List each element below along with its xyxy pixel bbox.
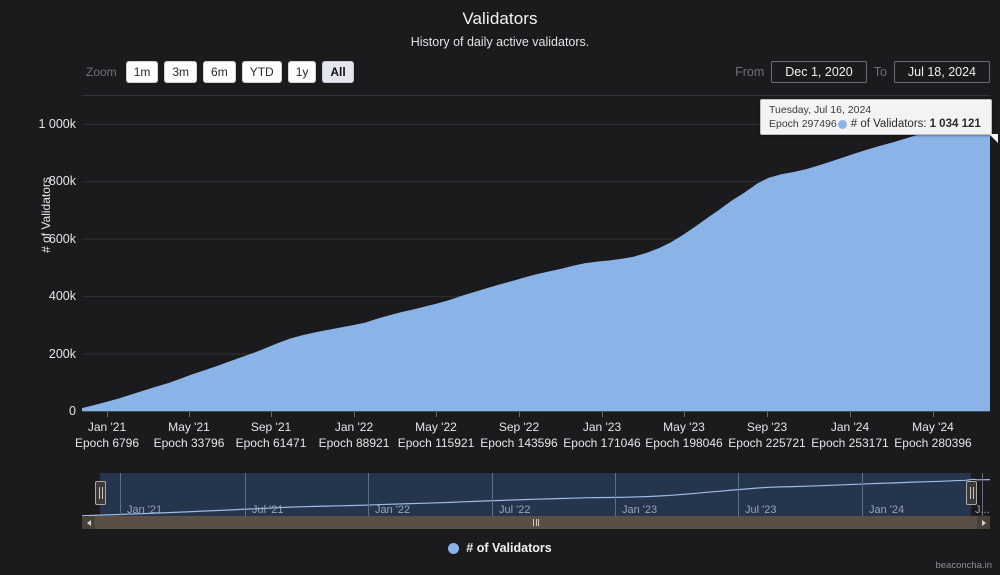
data-tooltip: Tuesday, Jul 16, 2024 Epoch 297496 # of …	[760, 99, 998, 143]
x-axis-month: Sep '22	[498, 420, 540, 434]
navigator-axis-label: Jul '21	[252, 504, 284, 516]
x-axis-tick-label: Jan '24 Epoch 253171	[811, 420, 888, 450]
x-axis-tick-icon	[850, 412, 851, 417]
x-axis-tick-label: Jan '23 Epoch 171046	[563, 420, 640, 450]
navigator-axis-label: Jul '22	[499, 504, 531, 516]
x-axis-tick-icon	[189, 412, 190, 417]
navigator-gridline	[862, 473, 863, 518]
legend-marker-icon	[448, 542, 460, 554]
x-axis-month: Jan '23	[582, 420, 622, 434]
x-axis-tick-icon	[519, 412, 520, 417]
validators-chart: Validators History of daily active valid…	[0, 0, 1000, 575]
credit-watermark: beaconcha.in	[935, 560, 992, 571]
x-axis-epoch: Epoch 115921	[397, 436, 475, 450]
tooltip-pointer-icon	[989, 134, 998, 143]
navigator-handle-right[interactable]	[966, 481, 977, 505]
x-axis-month: May '23	[663, 420, 705, 434]
chart-legend[interactable]: # of Validators	[0, 541, 1000, 555]
x-axis-month: May '21	[168, 420, 210, 434]
navigator[interactable]: Jan '21 Jul '21 Jan '22 Jul '22 Jan '23 Jul '…	[82, 473, 990, 518]
x-axis-tick-icon	[107, 412, 108, 417]
navigator-gridline	[368, 473, 369, 518]
x-axis-tick-label: Jan '22 Epoch 88921	[319, 420, 390, 450]
navigator-axis-label: Jan '23	[622, 504, 658, 516]
tooltip-date: Tuesday, Jul 16, 2024	[769, 104, 872, 116]
scrollbar-grip-icon	[533, 519, 539, 526]
tooltip-series-label: # of Validators:	[850, 118, 927, 130]
scrollbar-right-arrow-icon[interactable]	[977, 516, 990, 529]
navigator-axis-label: J...	[975, 504, 990, 516]
x-axis-month: Sep '23	[746, 420, 788, 434]
x-axis-tick-icon	[354, 412, 355, 417]
x-axis-epoch: Epoch 33796	[153, 436, 225, 450]
series-marker-icon	[837, 120, 847, 129]
x-axis-month: Jan '22	[334, 420, 374, 434]
x-axis-tick-label: May '21 Epoch 33796	[154, 420, 225, 450]
x-axis-tick-label: May '24 Epoch 280396	[894, 420, 971, 450]
navigator-gridline	[245, 473, 246, 518]
x-axis-tick-label: Sep '23 Epoch 225721	[728, 420, 805, 450]
x-axis-month: May '22	[415, 420, 457, 434]
x-axis-tick-label: Sep '21 Epoch 61471	[236, 420, 307, 450]
x-axis-epoch: Epoch 198046	[645, 436, 723, 450]
navigator-handle-left[interactable]	[95, 481, 106, 505]
x-axis-epoch: Epoch 88921	[318, 436, 390, 450]
legend-label: # of Validators	[466, 541, 552, 555]
x-axis-tick-icon	[602, 412, 603, 417]
navigator-scrollbar[interactable]	[82, 516, 990, 529]
x-axis-tick-icon	[767, 412, 768, 417]
x-axis-month: Sep '21	[250, 420, 292, 434]
x-axis-tick-icon	[933, 412, 934, 417]
navigator-series-svg	[82, 478, 990, 517]
x-axis-epoch: Epoch 253171	[811, 436, 889, 450]
navigator-axis-label: Jan '24	[869, 504, 905, 516]
plot-area: # of Validators 0 200k 400k 600k 800k 1 000k	[0, 0, 1000, 430]
x-axis-epoch: Epoch 143596	[480, 436, 558, 450]
x-axis-tick-icon	[684, 412, 685, 417]
x-axis-tick-icon	[271, 412, 272, 417]
x-axis-tick-label: Sep '22 Epoch 143596	[480, 420, 557, 450]
tooltip-epoch: Epoch 297496	[769, 118, 837, 130]
x-axis-tick-label: May '23 Epoch 198046	[645, 420, 722, 450]
x-axis-tick-label: May '22 Epoch 115921	[398, 420, 475, 450]
x-axis-tick-icon	[436, 412, 437, 417]
navigator-axis-label: Jul '23	[745, 504, 777, 516]
x-axis-epoch: Epoch 6796	[74, 436, 140, 450]
navigator-axis-label: Jan '22	[375, 504, 411, 516]
navigator-axis-label: Jan '21	[127, 504, 163, 516]
tooltip-value: 1 034 121	[929, 118, 981, 130]
area-series-svg	[81, 95, 991, 412]
scrollbar-left-arrow-icon[interactable]	[82, 516, 95, 529]
x-axis-epoch: Epoch 280396	[894, 436, 972, 450]
x-axis-epoch: Epoch 171046	[563, 436, 641, 450]
x-axis-month: Jan '24	[830, 420, 870, 434]
tooltip-detail: Epoch 297496 # of Validators: 1 034 121	[769, 117, 984, 132]
x-axis-epoch: Epoch 225721	[728, 436, 806, 450]
navigator-gridline	[120, 473, 121, 518]
x-axis-epoch: Epoch 61471	[235, 436, 307, 450]
navigator-gridline	[492, 473, 493, 518]
navigator-gridline	[615, 473, 616, 518]
x-axis-labels: Jan '21 Epoch 6796 May '21 Epoch 33796 Sep '…	[0, 412, 1000, 472]
x-axis-month: May '24	[912, 420, 954, 434]
navigator-gridline	[738, 473, 739, 518]
x-axis-month: Jan '21	[87, 420, 127, 434]
x-axis-tick-label: Jan '21 Epoch 6796	[75, 420, 139, 450]
